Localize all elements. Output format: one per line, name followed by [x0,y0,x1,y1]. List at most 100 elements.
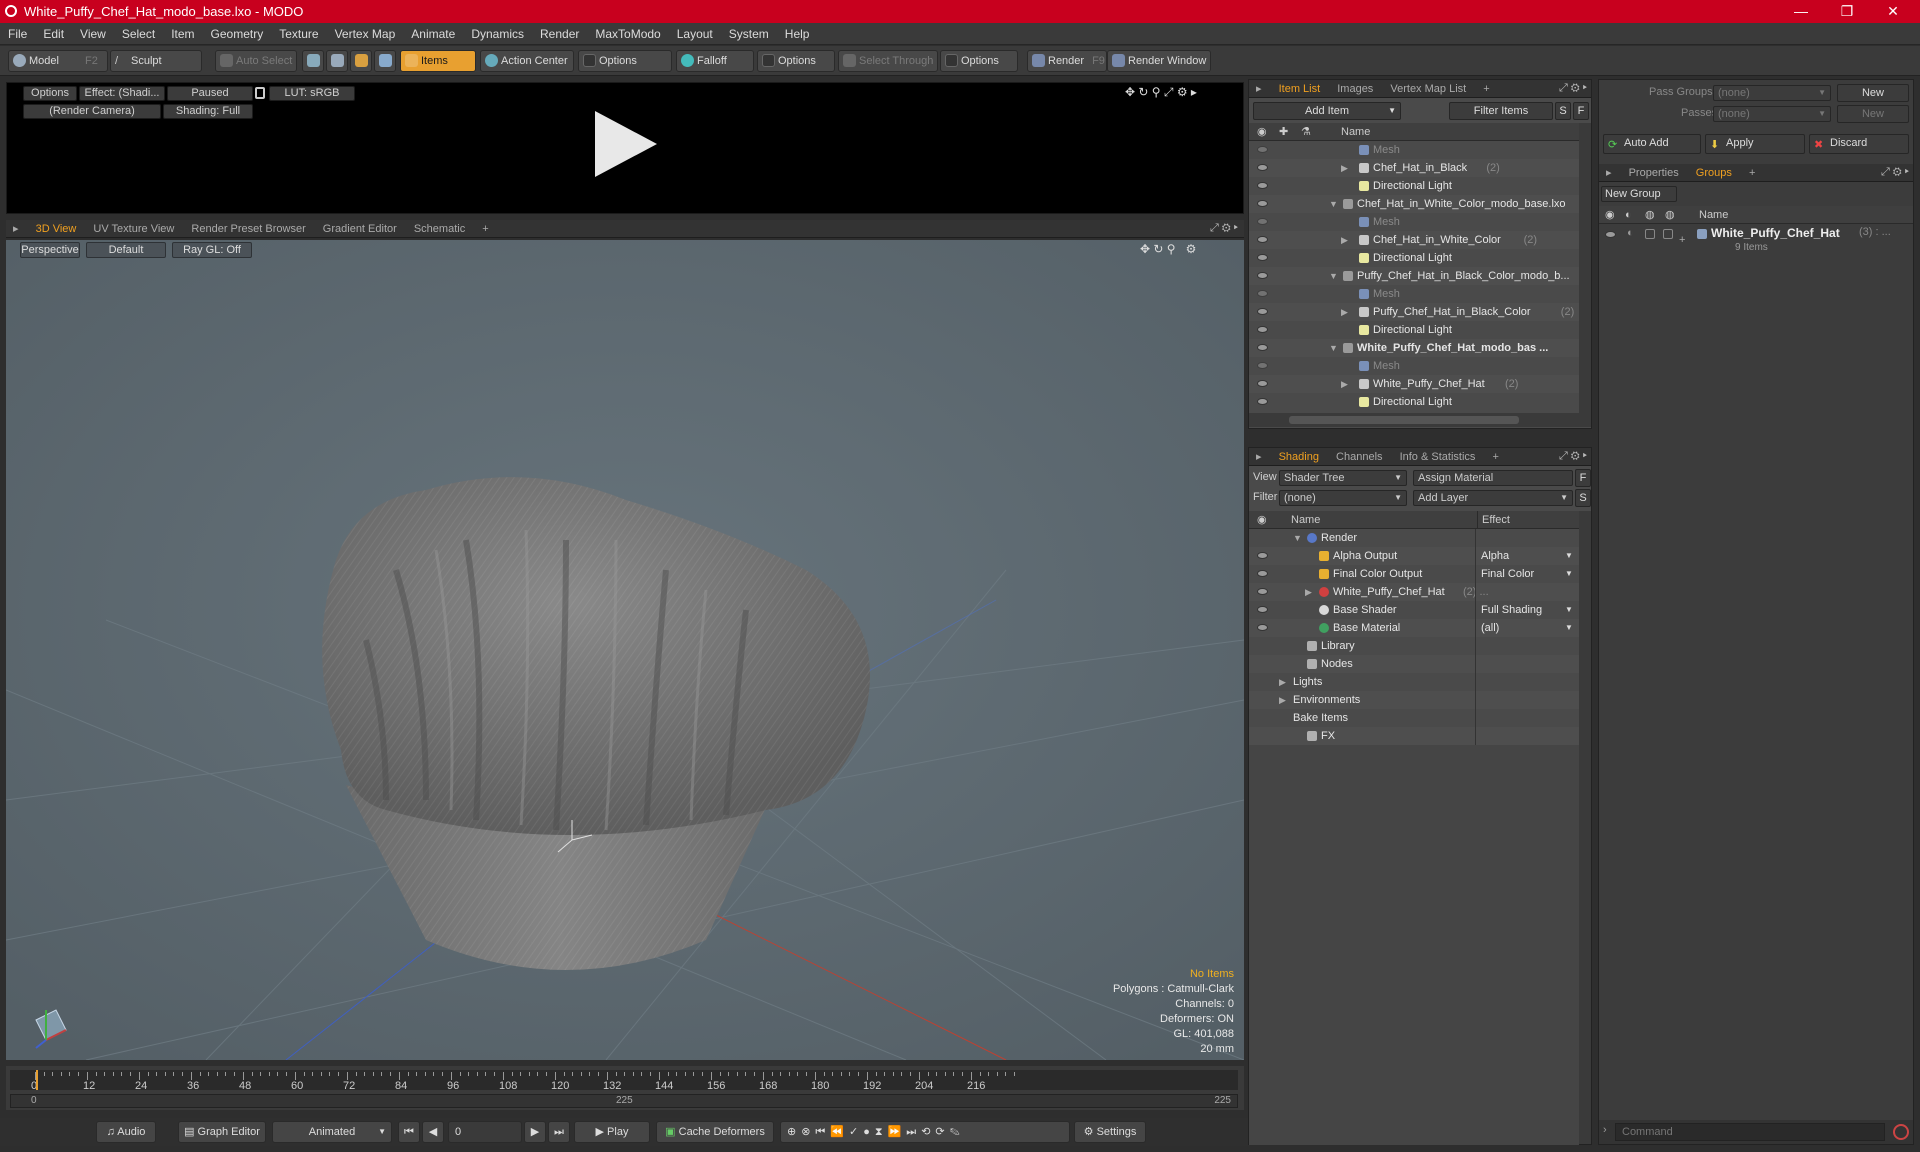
frame-field[interactable]: 0 [448,1121,522,1143]
eye-icon[interactable] [1257,308,1268,315]
lock-checkbox[interactable] [1645,229,1655,239]
select-through-options-button[interactable]: Options [940,50,1018,72]
effect-dropdown[interactable]: Alpha [1481,547,1509,565]
shader-tree-row[interactable]: Nodes [1249,655,1579,673]
default-style-dropdown[interactable]: Default [86,242,166,258]
sculpt-mode-button[interactable]: / Sculpt [110,50,202,72]
audio-button[interactable]: ♫ Audio [96,1121,156,1143]
group-row[interactable]: ◐ + White_Puffy_Chef_Hat (3) : ... 9 Ite… [1599,226,1913,262]
chevron-down-icon[interactable]: ▼ [1329,267,1338,285]
items-mode-button[interactable]: Items [400,50,476,72]
chevron-down-icon[interactable]: ▼ [1329,339,1338,357]
eye-icon[interactable] [1257,200,1268,207]
eye-icon[interactable] [1257,182,1268,189]
eye-icon[interactable] [1257,398,1268,405]
menu-layout[interactable]: Layout [669,23,721,45]
preview-options-button[interactable]: Options [23,86,77,101]
render-button[interactable]: Render F9 [1027,50,1107,72]
eye-icon[interactable] [1257,570,1268,577]
auto-add-button[interactable]: ⟳ Auto Add [1603,134,1701,154]
item-list-row[interactable]: ▼ White_Puffy_Chef_Hat_modo_bas ... [1249,339,1579,357]
chevron-down-icon[interactable]: ▼ [1565,547,1573,565]
eye-icon[interactable] [1605,231,1616,238]
shader-tree-row[interactable]: ▶ White_Puffy_Chef_Hat (2) ... [1249,583,1579,601]
maximize-button[interactable]: ❐ [1824,0,1870,23]
menu-select[interactable]: Select [114,23,163,45]
command-input[interactable] [1615,1123,1885,1141]
item-list-row[interactable]: ▶ Chef_Hat_in_Black (2) [1249,159,1579,177]
tab-item-list[interactable]: Item List [1272,80,1328,98]
menu-system[interactable]: System [721,23,777,45]
auto-select-button[interactable]: Auto Select [215,50,297,72]
eye-icon[interactable] [1257,624,1268,631]
range-bar[interactable]: 0 225 225 [10,1094,1238,1108]
raygl-dropdown[interactable]: Ray GL: Off [172,242,252,258]
command-expand-icon[interactable]: › [1603,1124,1607,1136]
item-list-row[interactable]: Directional Light [1249,393,1579,411]
tab-render-preset-browser[interactable]: Render Preset Browser [184,220,312,238]
eye-icon[interactable] [1257,552,1268,559]
shader-tree-row[interactable]: Base Material (all) ▼ [1249,619,1579,637]
effect-dropdown[interactable]: (all) [1481,619,1499,637]
chevron-right-icon[interactable]: ▶ [1341,231,1348,249]
eye-icon[interactable] [1257,164,1268,171]
item-list-hscrollbar[interactable] [1249,413,1591,427]
falloff-button[interactable]: Falloff [676,50,754,72]
eye-icon[interactable] [1257,218,1268,225]
panel-options-icons[interactable]: ⤢ ⚙ ▸ [1210,222,1238,235]
select-checkbox[interactable] [1663,229,1673,239]
item-list-row[interactable]: Mesh [1249,285,1579,303]
shading-s-button[interactable]: S [1575,489,1591,507]
filter-dropdown[interactable]: (none) ▼ [1279,490,1407,506]
shader-tree-row[interactable]: Base Shader Full Shading ▼ [1249,601,1579,619]
tab-schematic[interactable]: Schematic [407,220,472,238]
add-tab-button[interactable]: + [1476,80,1496,98]
menu-help[interactable]: Help [777,23,818,45]
action-center-button[interactable]: Action Center [480,50,574,72]
add-tab-button[interactable]: + [475,220,495,238]
step-back-button[interactable]: ◀ [422,1121,444,1143]
filter-s-button[interactable]: S [1555,102,1571,120]
panel-options-icons[interactable]: ⤢ ⚙ ▸ [1559,82,1587,95]
vertices-mode-button[interactable] [302,50,324,72]
menu-item[interactable]: Item [163,23,202,45]
add-layer-dropdown[interactable]: Add Layer ▼ [1413,490,1573,506]
go-to-end-button[interactable]: ⏭ [548,1121,570,1143]
item-list-row[interactable]: ▼ Puffy_Chef_Hat_in_Black_Color_modo_b... [1249,267,1579,285]
shading-f-button[interactable]: F [1575,469,1591,487]
shader-tree-row[interactable]: Final Color Output Final Color ▼ [1249,565,1579,583]
chevron-down-icon[interactable]: ▼ [1565,565,1573,583]
close-button[interactable]: ✕ [1870,0,1916,23]
shading-dropdown[interactable]: Shading: Full [163,104,253,119]
tab-gradient-editor[interactable]: Gradient Editor [316,220,404,238]
shader-tree-row[interactable]: Library [1249,637,1579,655]
new-pass-group-button[interactable]: New [1837,84,1909,102]
eye-icon[interactable] [1257,236,1268,243]
edges-mode-button[interactable] [326,50,348,72]
go-to-start-button[interactable]: ⏮ [398,1121,420,1143]
perspective-dropdown[interactable]: Perspective [20,242,80,258]
shading-scrollbar[interactable] [1579,511,1591,1144]
render-preview[interactable]: Options Effect: (Shadi... Paused LUT: sR… [6,82,1244,214]
shader-tree-row[interactable]: FX [1249,727,1579,745]
pass-groups-dropdown[interactable]: (none) ▼ [1713,85,1831,101]
assign-material-button[interactable]: Assign Material [1413,470,1573,486]
menu-file[interactable]: File [0,23,35,45]
eye-icon[interactable] [1257,146,1268,153]
action-center-options-button[interactable]: Options [578,50,672,72]
select-through-button[interactable]: Select Through [838,50,938,72]
shader-tree-row[interactable]: ▶ Lights [1249,673,1579,691]
filter-items-field[interactable]: Filter Items [1449,102,1553,120]
shader-tree-row[interactable]: Alpha Output Alpha ▼ [1249,547,1579,565]
eye-icon[interactable] [1257,606,1268,613]
tab-uv-texture-view[interactable]: UV Texture View [86,220,181,238]
eye-icon[interactable] [1257,254,1268,261]
menu-render[interactable]: Render [532,23,587,45]
expand-plus-icon[interactable]: + [1679,234,1685,246]
chevron-down-icon[interactable]: ▼ [1293,529,1302,547]
lock-icon[interactable] [255,87,265,99]
timeline[interactable]: 0 12 24 36 48 60 72 84 96 108 120 132 144 156 168 180 19… [6,1066,1244,1110]
apply-button[interactable]: ⬇ Apply [1705,134,1805,154]
chevron-down-icon[interactable]: ▼ [1329,195,1338,213]
tab-images[interactable]: Images [1330,80,1380,98]
